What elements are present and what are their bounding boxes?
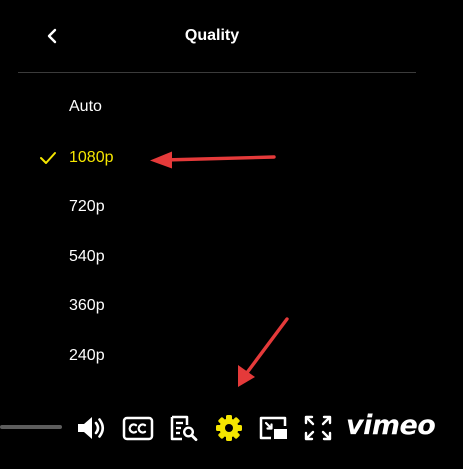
back-button[interactable] [42, 25, 64, 47]
quality-option-1080p[interactable]: 1080p [0, 141, 400, 175]
checkmark-icon [38, 150, 58, 166]
transcript-button[interactable] [167, 412, 201, 444]
pip-icon [259, 416, 287, 440]
volume-button[interactable] [75, 412, 109, 444]
vimeo-logo[interactable]: vimeo [346, 410, 436, 442]
progress-bar[interactable] [0, 425, 62, 429]
quality-option-360p[interactable]: 360p [0, 289, 400, 323]
chevron-left-icon [47, 28, 57, 44]
divider [18, 72, 416, 73]
quality-option-540p[interactable]: 540p [0, 240, 400, 274]
quality-option-auto[interactable]: Auto [0, 90, 400, 124]
fullscreen-icon [304, 415, 332, 441]
quality-option-240p[interactable]: 240p [0, 339, 400, 373]
cc-icon [122, 416, 154, 441]
quality-option-label: 360p [69, 297, 105, 314]
volume-icon [78, 417, 105, 439]
fullscreen-button[interactable] [301, 412, 335, 444]
annotation-arrows [150, 151, 289, 387]
quality-option-label: 240p [69, 347, 105, 364]
quality-option-label: 720p [69, 198, 105, 215]
quality-option-label: Auto [69, 98, 102, 115]
quality-settings-panel: Quality Auto 1080p 720p 540p 360p 240p v… [0, 0, 463, 469]
captions-button[interactable] [121, 412, 155, 444]
settings-button[interactable] [212, 412, 246, 444]
picture-in-picture-button[interactable] [257, 412, 291, 444]
quality-option-label: 540p [69, 248, 105, 265]
gear-icon [216, 415, 242, 441]
quality-option-720p[interactable]: 720p [0, 190, 400, 224]
transcript-search-icon [170, 415, 198, 442]
panel-title: Quality [184, 27, 240, 44]
quality-option-label: 1080p [69, 149, 114, 166]
